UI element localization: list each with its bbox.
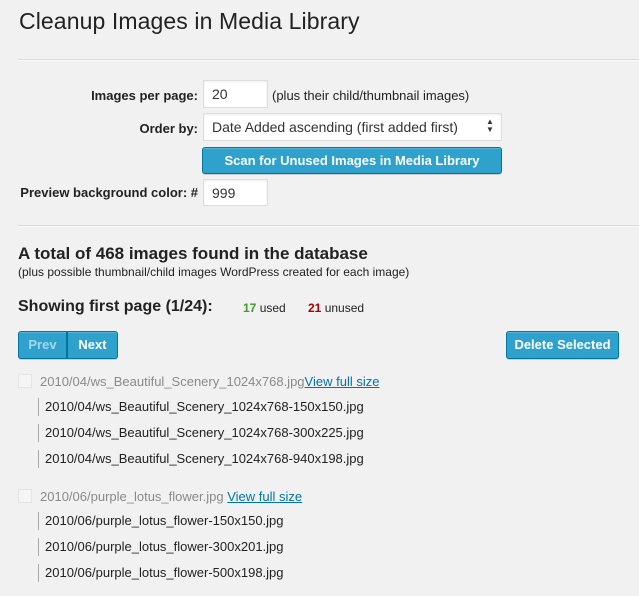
child-image-row: 2010/06/purple_lotus_flower-500x198.jpg <box>38 564 284 582</box>
view-full-size-link[interactable]: View full size <box>305 374 380 389</box>
child-image-row: 2010/06/purple_lotus_flower-300x201.jpg <box>38 538 284 556</box>
order-by-select[interactable]: Date Added ascending (first added first)… <box>203 113 502 141</box>
image-file-name: 2010/04/ws_Beautiful_Scenery_1024x768.jp… <box>40 374 305 389</box>
divider <box>18 225 639 227</box>
images-per-page-hint: (plus their child/thumbnail images) <box>272 88 470 103</box>
total-heading: A total of 468 images found in the datab… <box>18 244 368 263</box>
image-file-name: 2010/06/purple_lotus_flower.jpg <box>40 489 224 504</box>
select-arrows-icon: ▲ ▼ <box>486 117 494 134</box>
image-checkbox[interactable] <box>18 489 32 503</box>
preview-bg-label: Preview background color: # <box>20 185 198 200</box>
image-row: 2010/06/purple_lotus_flower.jpg View ful… <box>18 489 302 504</box>
prev-button[interactable]: Prev <box>18 331 67 359</box>
images-per-page-label: Images per page: <box>91 88 198 103</box>
image-checkbox[interactable] <box>18 374 32 388</box>
child-image-row: 2010/04/ws_Beautiful_Scenery_1024x768-15… <box>38 398 364 416</box>
total-subtext: (plus possible thumbnail/child images Wo… <box>18 265 410 279</box>
scan-button[interactable]: Scan for Unused Images in Media Library <box>202 147 502 174</box>
next-button[interactable]: Next <box>67 331 118 359</box>
unused-count-label: unused <box>324 301 365 315</box>
images-per-page-input[interactable] <box>203 80 268 108</box>
unused-count-number: 21 <box>308 301 322 315</box>
order-by-label: Order by: <box>139 121 198 136</box>
child-image-row: 2010/06/purple_lotus_flower-150x150.jpg <box>38 512 284 530</box>
view-full-size-link[interactable]: View full size <box>227 489 302 504</box>
used-count-label: used <box>259 301 286 315</box>
used-count: 17 used <box>243 301 286 315</box>
preview-bg-input[interactable] <box>203 179 268 206</box>
showing-label: Showing first page (1/24): <box>18 298 213 315</box>
unused-count: 21 unused <box>308 301 364 315</box>
page-title: Cleanup Images in Media Library <box>19 8 360 34</box>
used-count-number: 17 <box>243 301 257 315</box>
delete-selected-button[interactable]: Delete Selected <box>506 331 619 359</box>
divider <box>18 59 639 61</box>
child-image-row: 2010/04/ws_Beautiful_Scenery_1024x768-30… <box>38 424 364 442</box>
image-row: 2010/04/ws_Beautiful_Scenery_1024x768.jp… <box>18 374 379 389</box>
child-image-row: 2010/04/ws_Beautiful_Scenery_1024x768-94… <box>38 450 364 468</box>
order-by-selected-value: Date Added ascending (first added first) <box>212 119 458 135</box>
